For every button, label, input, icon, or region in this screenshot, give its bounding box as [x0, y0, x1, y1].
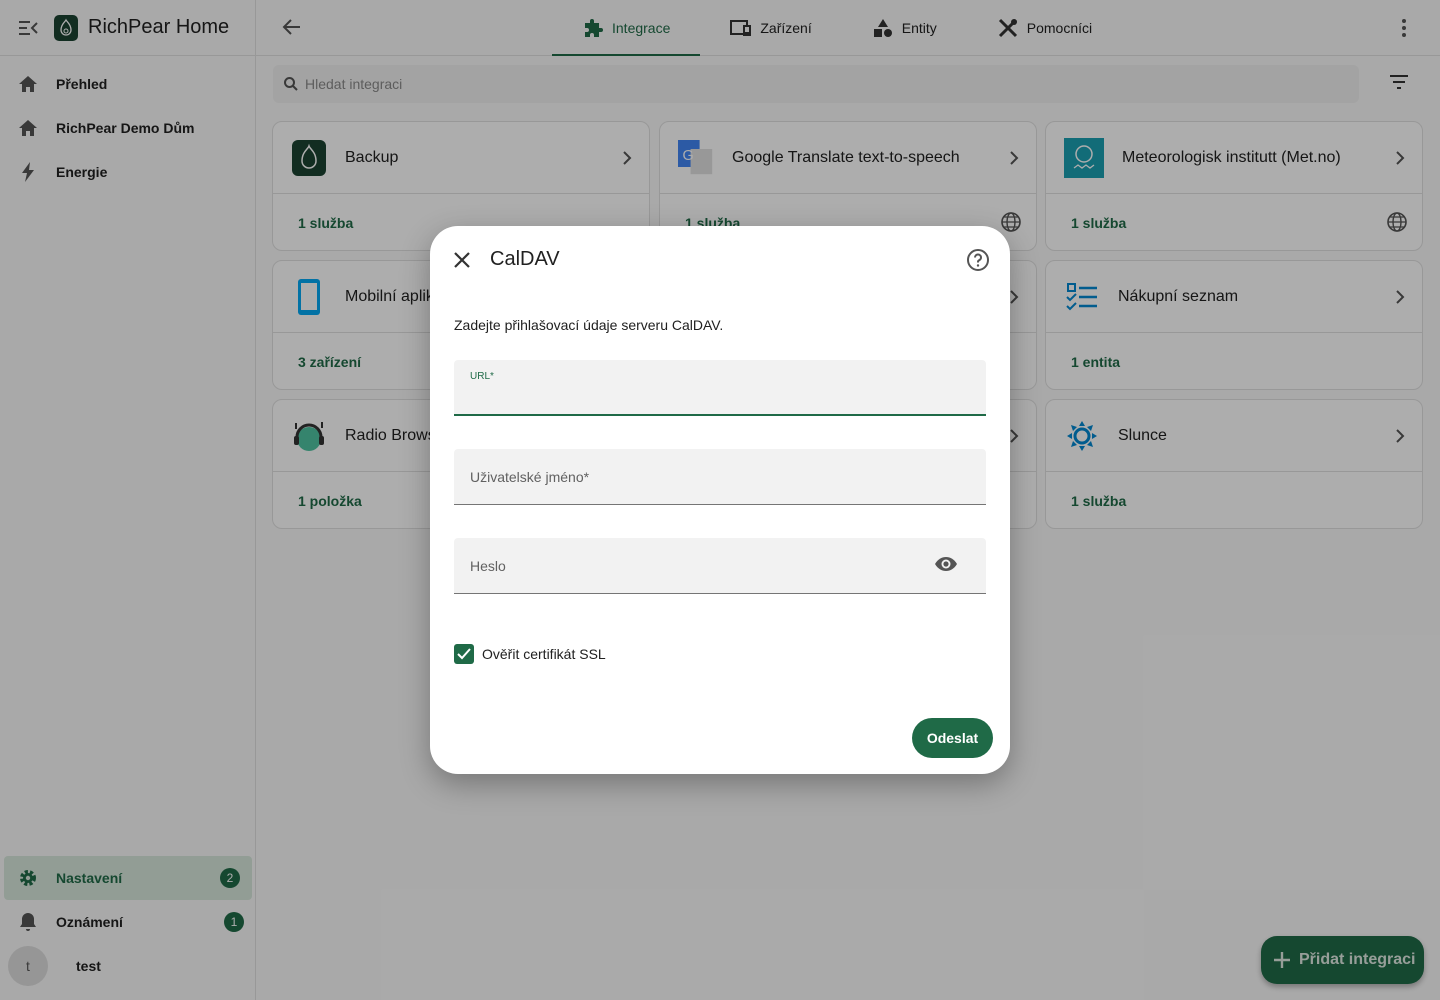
- dialog-description: Zadejte přihlašovací údaje serveru CalDA…: [454, 317, 724, 333]
- url-field[interactable]: URL*: [454, 360, 986, 416]
- eye-icon[interactable]: [934, 556, 958, 576]
- verify-ssl-row[interactable]: Ověřit certifikát SSL: [454, 644, 606, 664]
- password-field[interactable]: Heslo: [454, 538, 986, 594]
- verify-ssl-checkbox[interactable]: [454, 644, 474, 664]
- url-input[interactable]: [470, 386, 910, 410]
- dialog-title: CalDAV: [490, 248, 560, 270]
- username-field[interactable]: Uživatelské jméno*: [454, 449, 986, 505]
- close-icon[interactable]: [452, 250, 472, 270]
- username-label: Uživatelské jméno*: [470, 469, 590, 485]
- caldav-dialog: CalDAV Zadejte přihlašovací údaje server…: [430, 226, 1010, 774]
- help-icon[interactable]: [966, 248, 990, 272]
- submit-button[interactable]: Odeslat: [912, 718, 993, 758]
- verify-ssl-label: Ověřit certifikát SSL: [482, 646, 606, 662]
- url-label: URL*: [470, 371, 494, 382]
- password-label: Heslo: [470, 558, 506, 574]
